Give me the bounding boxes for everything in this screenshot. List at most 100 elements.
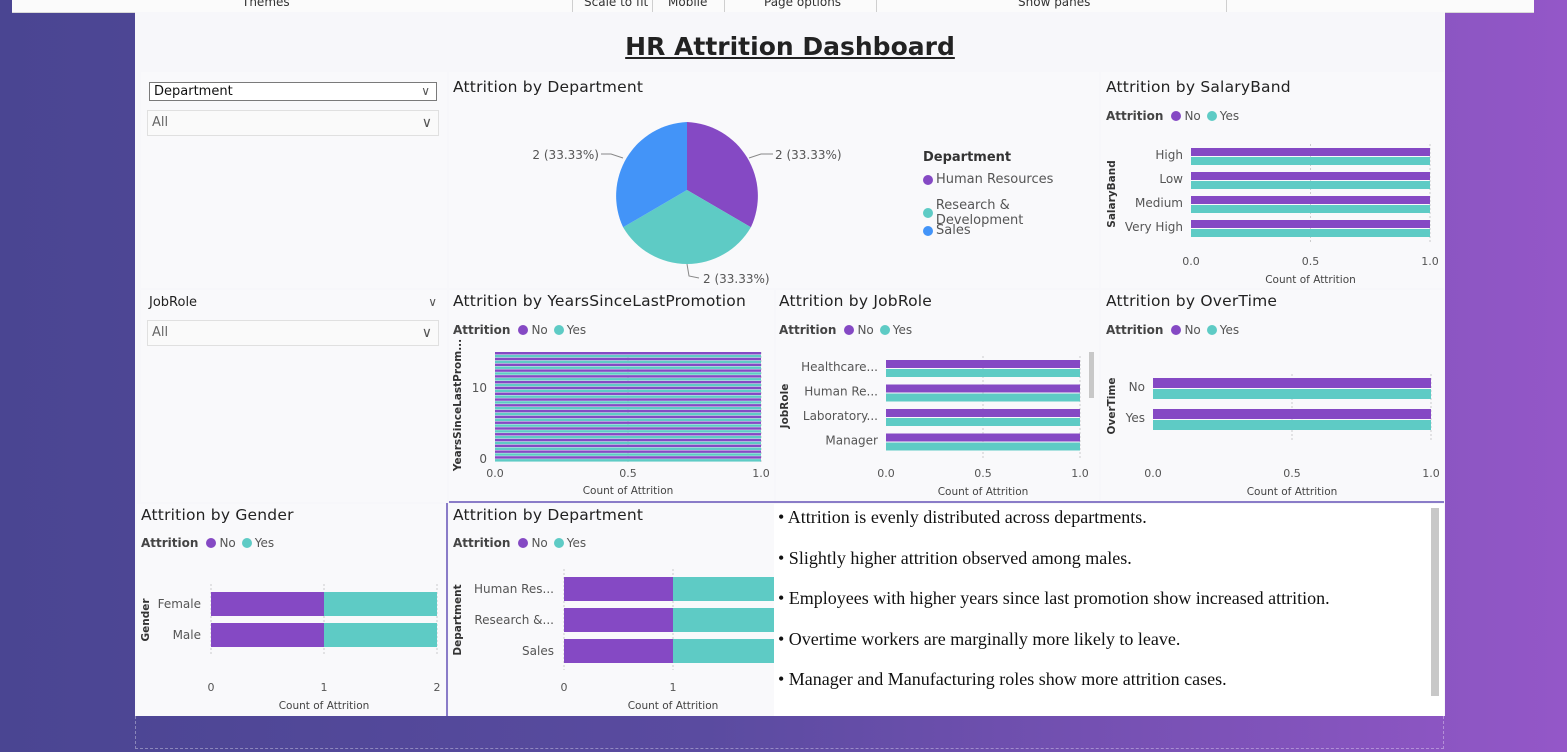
bar-yes[interactable] (673, 608, 774, 632)
bar-no[interactable] (886, 384, 1080, 393)
bar-yes[interactable] (886, 393, 1080, 402)
bar-yes[interactable] (1153, 420, 1431, 430)
jobrole-scrollbar[interactable] (1089, 352, 1094, 398)
bar-no[interactable] (1153, 409, 1431, 419)
bar-yes[interactable] (495, 383, 761, 387)
bar-yes[interactable] (495, 430, 761, 433)
jobrole-visual[interactable]: Attrition by JobRole Attrition No Yes 0.0 0… (776, 290, 1099, 502)
dashboard-title: HR Attrition Dashboard (625, 32, 955, 61)
bar-no[interactable] (495, 386, 761, 390)
bar-yes[interactable] (886, 442, 1080, 451)
section-divider (446, 503, 448, 716)
x-axis-label: Count of Attrition (1247, 486, 1338, 498)
x-tick-label: 1 (670, 681, 677, 694)
years-visual[interactable]: Attrition by YearsSinceLastPromotion Att… (449, 290, 774, 502)
jobrole-slicer-header[interactable]: JobRole ∨ (149, 295, 439, 310)
bar-yes[interactable] (495, 360, 761, 364)
bar-yes[interactable] (495, 435, 761, 439)
bar-no[interactable] (886, 360, 1080, 368)
bar-no[interactable] (564, 577, 673, 601)
bar-no[interactable] (1153, 378, 1431, 388)
bar-yes[interactable] (495, 407, 761, 410)
bar-no[interactable] (211, 623, 324, 647)
bar-yes[interactable] (886, 369, 1080, 377)
bar-yes[interactable] (495, 447, 761, 450)
bar-no[interactable] (211, 592, 324, 616)
bar-yes[interactable] (495, 354, 761, 358)
gender-visual[interactable]: Attrition by Gender Attrition No Yes 0 1 2 Fe… (137, 504, 446, 716)
bar-no[interactable] (495, 433, 761, 436)
scale-to-fit-button[interactable]: Scale to fit (584, 0, 648, 9)
bar-no[interactable] (495, 380, 761, 384)
pie-legend-item-hr[interactable]: Human Resources (923, 172, 1053, 187)
bar-yes[interactable] (495, 378, 761, 381)
bar-no[interactable] (886, 409, 1080, 417)
bar-no[interactable] (495, 438, 761, 442)
pie-slice-label: 2 (33.33%) (532, 148, 599, 162)
bar-no[interactable] (495, 352, 761, 355)
bar-no[interactable] (1191, 172, 1430, 180)
bar-yes[interactable] (495, 366, 761, 369)
pie-dept-visual[interactable]: Attrition by Department 2 (33.33%) 2 (33… (449, 72, 1099, 288)
bar-yes[interactable] (1153, 389, 1431, 399)
bar-no[interactable] (495, 427, 761, 430)
bar-no[interactable] (495, 369, 761, 372)
bar-no[interactable] (564, 639, 673, 663)
bar-no[interactable] (564, 608, 673, 632)
bar-yes[interactable] (324, 623, 437, 647)
gender-svg: 0 1 2 Female Male Count of Attrition Gender (140, 584, 441, 712)
bar-yes[interactable] (495, 412, 761, 416)
bar-no[interactable] (1191, 196, 1430, 204)
bar-yes[interactable] (1191, 229, 1430, 237)
bar-no[interactable] (495, 415, 761, 419)
bar-yes[interactable] (495, 453, 761, 456)
bar-yes[interactable] (1191, 181, 1430, 189)
department-slicer-dropdown[interactable]: All ∨ (147, 110, 439, 136)
bar-no[interactable] (495, 363, 761, 367)
bar-no[interactable] (1191, 220, 1430, 228)
bar-no[interactable] (495, 421, 761, 424)
bar-no[interactable] (495, 357, 761, 361)
bar-yes[interactable] (495, 372, 761, 375)
bar-yes[interactable] (495, 401, 761, 404)
bar-yes[interactable] (495, 459, 761, 462)
overtime-visual[interactable]: Attrition by OverTime Attrition No Yes 0.0… (1101, 290, 1444, 502)
bar-no[interactable] (1191, 148, 1430, 156)
bar-yes[interactable] (495, 389, 761, 393)
bar-yes[interactable] (495, 395, 761, 398)
x-tick-label: 2 (434, 681, 441, 694)
bar-yes[interactable] (886, 418, 1080, 426)
page-options-button[interactable]: Page options (764, 0, 841, 9)
pie-leader-line (748, 153, 773, 159)
bar-yes[interactable] (673, 577, 774, 601)
bar-yes[interactable] (324, 592, 437, 616)
bar-no[interactable] (495, 392, 761, 395)
bar-yes[interactable] (1191, 157, 1430, 165)
bar-yes[interactable] (495, 418, 761, 422)
y-category-label: Research &... (474, 613, 554, 627)
bar-no[interactable] (495, 404, 761, 407)
show-panes-button[interactable]: Show panes (1018, 0, 1090, 9)
jobrole-slicer-dropdown[interactable]: All ∨ (147, 320, 439, 346)
insights-scrollbar[interactable] (1431, 508, 1439, 696)
bar-yes[interactable] (673, 639, 774, 663)
bar-no[interactable] (495, 409, 761, 413)
bar-yes[interactable] (1191, 205, 1430, 213)
bar-no[interactable] (495, 450, 761, 453)
department-slicer-header[interactable]: Department ∨ (149, 82, 437, 101)
bar-no[interactable] (886, 433, 1080, 442)
bar-no[interactable] (495, 375, 761, 378)
deptbar-visual[interactable]: Attrition by Department Attrition No Yes 0… (449, 504, 774, 716)
y-axis-label: SalaryBand (1106, 160, 1118, 227)
bar-no[interactable] (495, 444, 761, 448)
salary-visual[interactable]: Attrition by SalaryBand Attrition No Yes 0… (1101, 72, 1444, 288)
pie-legend-item-sales[interactable]: Sales (923, 223, 971, 238)
mobile-button[interactable]: Mobile (668, 0, 707, 9)
bar-yes[interactable] (495, 424, 761, 427)
bar-no[interactable] (495, 398, 761, 401)
bar-yes[interactable] (495, 441, 761, 445)
bar-no[interactable] (495, 456, 761, 459)
chevron-down-icon: ∨ (428, 295, 437, 309)
insight-item: • Overtime workers are marginally more l… (778, 628, 1181, 649)
themes-button[interactable]: Themes (242, 0, 290, 9)
